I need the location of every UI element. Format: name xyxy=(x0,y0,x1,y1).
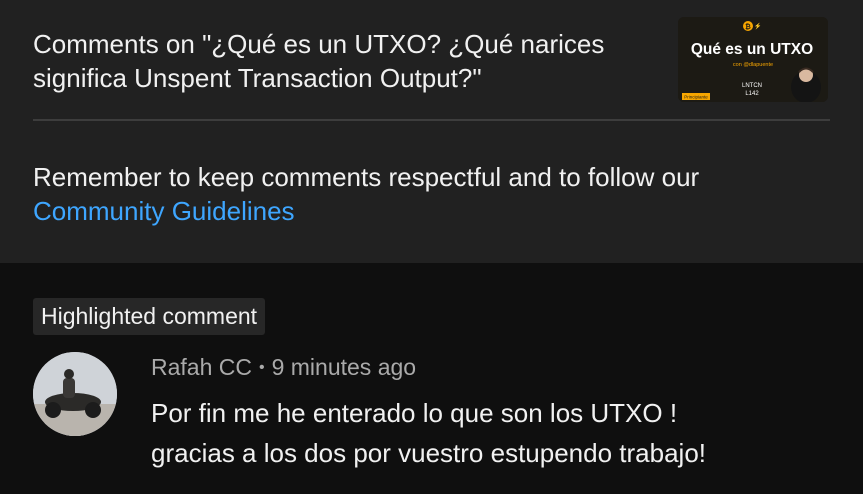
comment-meta: Rafah CC • 9 minutes ago xyxy=(151,352,416,383)
thumbnail-headline: Qué es un UTXO xyxy=(691,41,813,58)
guidelines-reminder: Remember to keep comments respectful and… xyxy=(33,160,833,228)
thumbnail-subtitle: con @dlapuente xyxy=(733,62,773,68)
meta-separator: • xyxy=(258,359,265,376)
community-guidelines-link[interactable]: Community Guidelines xyxy=(33,196,295,226)
thumbnail-episode-1: LNTCN xyxy=(742,83,762,89)
thumbnail-tag: Principiante xyxy=(684,95,708,100)
comment-author[interactable]: Rafah CC xyxy=(151,354,252,380)
comments-header: Comments on "¿Qué es un UTXO? ¿Qué naric… xyxy=(0,0,863,263)
svg-text:₿: ₿ xyxy=(745,23,751,31)
svg-text:⚡: ⚡ xyxy=(754,22,761,30)
comment-line: gracias a los dos por vuestro estupendo … xyxy=(151,438,707,468)
thumbnail-episode-2: L142 xyxy=(745,91,759,97)
comments-title: Comments on "¿Qué es un UTXO? ¿Qué naric… xyxy=(33,29,605,93)
avatar-image xyxy=(33,352,117,436)
comment-body: Por fin me he enterado lo que son los UT… xyxy=(151,393,841,473)
header-divider xyxy=(33,119,830,121)
comment-line: Por fin me he enterado lo que son los UT… xyxy=(151,398,678,428)
avatar[interactable] xyxy=(33,352,117,436)
thumbnail-art: ₿ ⚡ Qué es un UTXO con @dlapuente LNTCN … xyxy=(678,17,828,102)
comment-time[interactable]: 9 minutes ago xyxy=(272,354,416,380)
highlighted-comment-badge: Highlighted comment xyxy=(33,298,266,335)
video-thumbnail[interactable]: ₿ ⚡ Qué es un UTXO con @dlapuente LNTCN … xyxy=(678,17,828,102)
reminder-text: Remember to keep comments respectful and… xyxy=(33,162,700,192)
